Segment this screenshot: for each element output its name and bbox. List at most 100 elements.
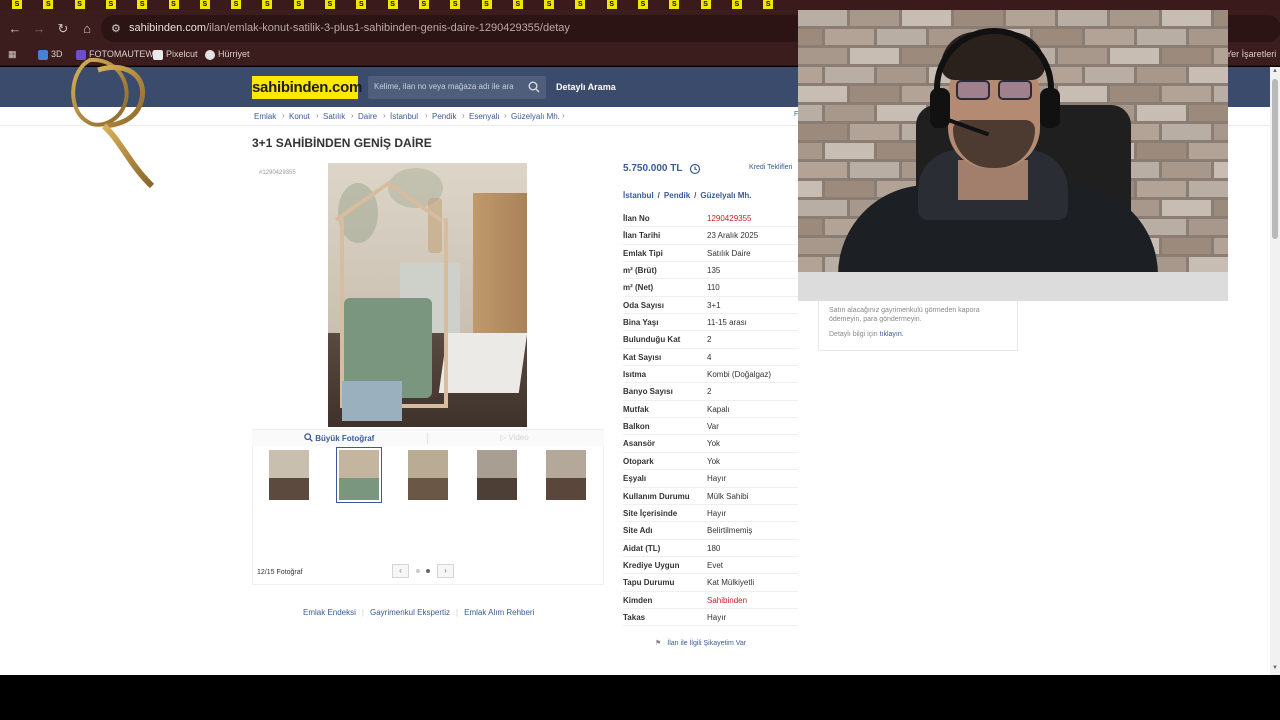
tab-favicon-icon[interactable]: S [105, 0, 116, 9]
tab-favicon-icon[interactable]: S [638, 0, 648, 9]
tab-favicon-icon[interactable]: S [325, 0, 335, 9]
tab-favicon-icon[interactable]: S [700, 0, 711, 9]
tab-favicon-icon[interactable]: S [12, 0, 22, 9]
tab-favicon-icon[interactable]: S [763, 0, 774, 9]
search-icon[interactable] [528, 79, 540, 95]
thumbnail[interactable] [546, 450, 586, 500]
bookmark-hurriyet[interactable]: Hürriyet [205, 49, 250, 60]
tab-favicon-icon[interactable]: S [356, 0, 367, 9]
detail-row: Eşyalı Hayır [623, 470, 798, 488]
reload-icon[interactable]: ↻ [56, 22, 70, 36]
scroll-down-icon[interactable]: ▼ [1271, 665, 1279, 671]
headset-earcup [1040, 88, 1060, 128]
bookmark-pixelcut[interactable]: Pixelcut [153, 49, 198, 60]
tab-favicon-icon[interactable]: S [387, 0, 398, 9]
price-history-icon[interactable] [689, 163, 701, 175]
detail-row: Kimden Sahibinden [623, 592, 798, 609]
webcam-monitor-edge [798, 272, 1228, 301]
breadcrumb-item[interactable]: Emlak [254, 112, 276, 121]
apps-icon[interactable]: ▦ [8, 49, 17, 60]
detail-label: Tapu Durumu [623, 578, 675, 588]
webcam-brick [1137, 143, 1186, 159]
bookmarks-folder[interactable]: Yer İşaretleri [1226, 49, 1276, 59]
pager-dot[interactable] [416, 569, 420, 573]
detailed-search-link[interactable]: Detaylı Arama [556, 82, 616, 92]
breadcrumb-item[interactable]: Daire [358, 112, 377, 121]
detail-value[interactable]: Sahibinden [707, 596, 747, 605]
thumbnail[interactable] [477, 450, 517, 500]
breadcrumb-item[interactable]: İstanbul [390, 112, 418, 121]
safety-text: Satın alacağınız gayrimenkulü görmeden k… [829, 307, 980, 314]
back-icon[interactable]: ← [8, 22, 22, 36]
scroll-up-icon[interactable]: ▲ [1271, 68, 1279, 74]
footer-link-ekspertiz[interactable]: Gayrimenkul Ekspertiz [370, 608, 450, 617]
site-logo[interactable]: sahibinden.com [252, 76, 362, 99]
detail-value: Hayır [707, 612, 727, 622]
tab-favicon-icon[interactable]: S [168, 0, 179, 9]
tab-favicon-icon[interactable]: S [231, 0, 242, 9]
photo-play-mat [438, 333, 527, 393]
tab-favicon-icon[interactable]: S [293, 0, 304, 9]
tab-favicon-icon[interactable]: S [606, 0, 617, 9]
search-input[interactable]: Kelime, ilan no veya mağaza adı ile ara [368, 76, 546, 99]
webcam-brick [1137, 67, 1186, 83]
tab-favicon-icon[interactable]: S [199, 0, 210, 9]
location-breadcrumb: İstanbul / Pendik / Güzelyalı Mh. [623, 191, 752, 200]
location-neighborhood[interactable]: Güzelyalı Mh. [700, 191, 751, 200]
video-button: ▷ Video [500, 433, 529, 442]
tab-favicon-icon[interactable]: S [669, 0, 680, 9]
footer-link-alim-rehberi[interactable]: Emlak Alım Rehberi [464, 608, 534, 617]
location-district[interactable]: Pendik [664, 191, 690, 200]
breadcrumb-item[interactable]: Esenyalı [469, 112, 500, 121]
breadcrumb-item[interactable]: Satılık [323, 112, 345, 121]
breadcrumb-item[interactable]: Güzelyalı Mh. [511, 112, 560, 121]
detail-label: Bulunduğu Kat [623, 335, 681, 345]
detail-value: 135 [707, 266, 721, 276]
url-text: sahibinden.com/ilan/emlak-konut-satilik-… [129, 22, 570, 34]
breadcrumb-item[interactable]: Pendik [432, 112, 456, 121]
safety-info-link[interactable]: tıklayın. [880, 331, 904, 338]
pager-dot-active[interactable] [426, 569, 430, 573]
tab-favicon-icon[interactable]: S [450, 0, 461, 9]
tab-favicon-icon[interactable]: S [575, 0, 586, 9]
main-photo[interactable] [328, 163, 527, 427]
big-photo-button[interactable]: Büyük Fotoğraf [304, 433, 374, 443]
thumbnail[interactable] [408, 450, 448, 500]
location-city[interactable]: İstanbul [623, 191, 654, 200]
thumbnail-selected[interactable] [336, 447, 382, 503]
webcam-brick [1189, 29, 1228, 45]
tab-favicon-icon[interactable]: S [544, 0, 555, 9]
webcam-brick [1189, 257, 1228, 273]
forward-icon[interactable]: → [32, 22, 46, 36]
detail-row: Emlak Tipi Satılık Daire [623, 245, 798, 263]
tab-favicon-icon[interactable]: S [137, 0, 148, 9]
bookmark-3d[interactable]: 3D [38, 49, 63, 60]
tab-favicon-icon[interactable]: S [731, 0, 742, 9]
tab-favicon-icon[interactable]: S [512, 0, 523, 9]
webcam-brick [1214, 162, 1228, 178]
detail-row: Otopark Yok [623, 453, 798, 471]
breadcrumb-item[interactable]: Konut [289, 112, 310, 121]
scrollbar-thumb[interactable] [1272, 79, 1278, 239]
breadcrumb-separator: › [351, 111, 354, 120]
chevron-right-icon[interactable]: › [437, 564, 454, 578]
tab-favicon-icon[interactable]: S [418, 0, 429, 9]
tab-favicon-icon[interactable]: S [481, 0, 492, 9]
credit-offers-link[interactable]: Kredi Teklifleri [749, 164, 792, 171]
listing-details-table: İlan No 1290429355 İlan Tarihi 23 Aralık 20… [623, 210, 798, 627]
chevron-left-icon[interactable]: ‹ [392, 564, 409, 578]
browser-tab-strip[interactable]: SSSSSSSSSSSSSSSSSSSSSSSSS [0, 0, 1280, 10]
tab-favicon-icon[interactable]: S [74, 0, 85, 9]
webcam-brick [1085, 29, 1134, 45]
vertical-scrollbar[interactable]: ▲ ▼ [1270, 67, 1280, 675]
webcam-brick [798, 105, 822, 121]
footer-link-emlak-endeksi[interactable]: Emlak Endeksi [303, 608, 356, 617]
tab-favicon-icon[interactable]: S [43, 0, 54, 9]
tab-favicon-icon[interactable]: S [262, 0, 273, 9]
detail-label: Kat Sayısı [623, 352, 662, 362]
detail-label: Mutfak [623, 404, 649, 414]
home-icon[interactable]: ⌂ [80, 22, 94, 36]
thumbnail[interactable] [269, 450, 309, 500]
site-info-icon[interactable]: ⚙ [111, 22, 121, 35]
complaint-link[interactable]: ⚑ İlan ile İlgili Şikayetim Var [655, 639, 746, 647]
